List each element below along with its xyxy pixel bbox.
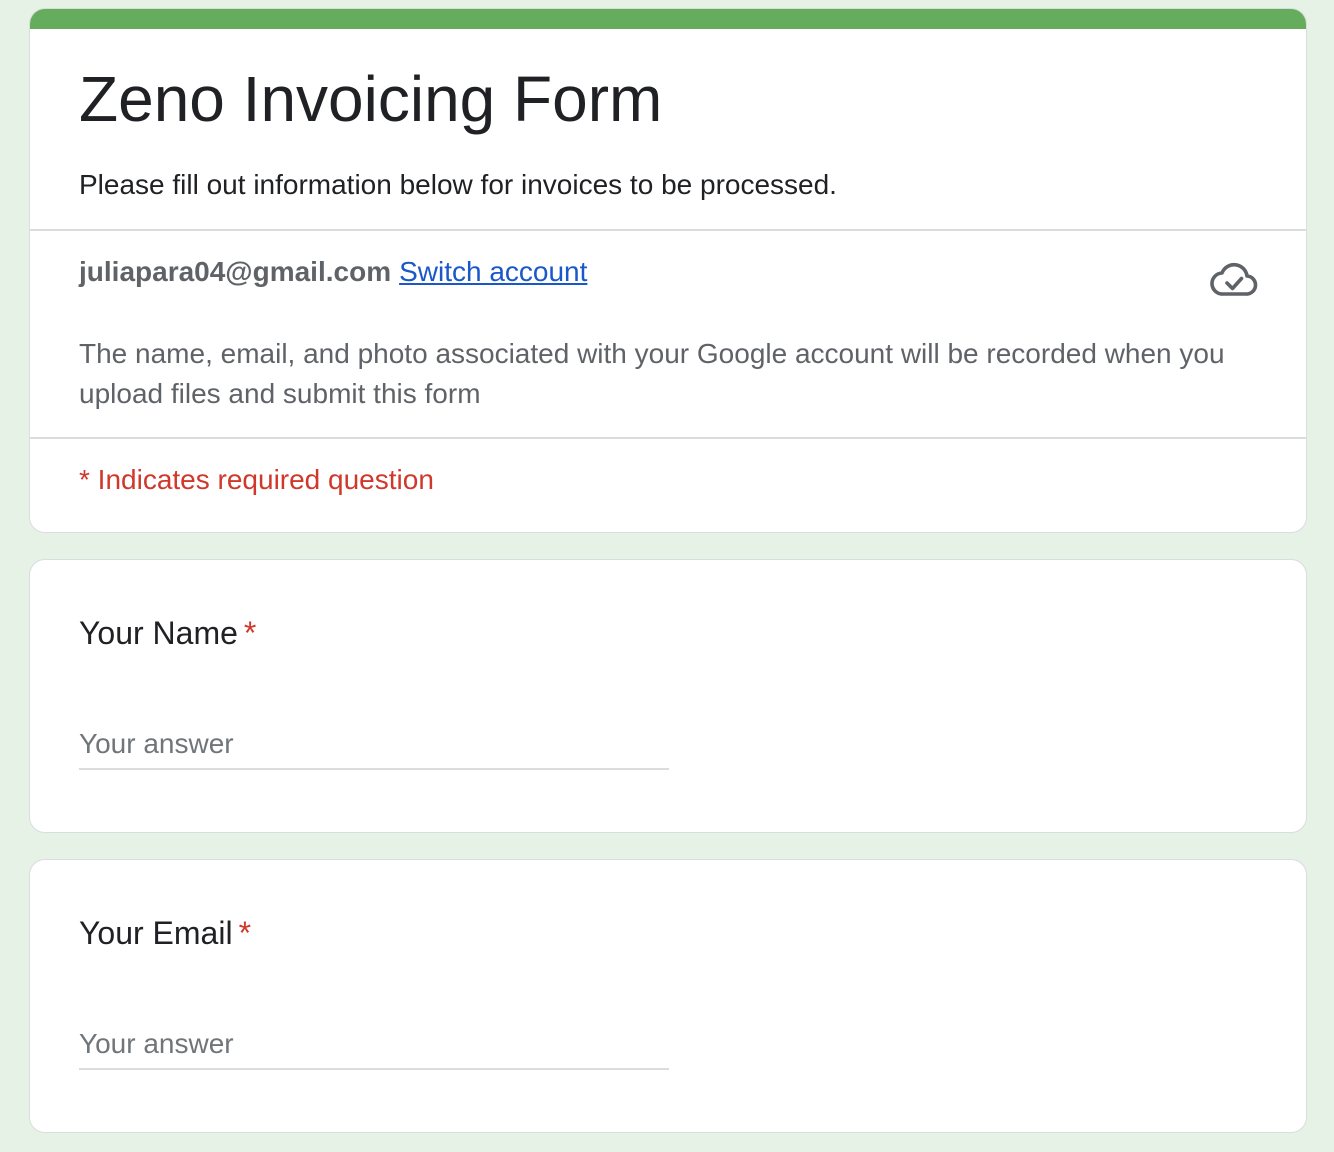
form-description: Please fill out information below for in… <box>79 169 837 200</box>
form-header-card: Zeno Invoicing Form Please fill out info… <box>29 8 1307 533</box>
account-row: juliapara04@gmail.com Switch account <box>79 254 587 290</box>
question-card-your-name: Your Name * <box>29 559 1307 833</box>
question-label: Your Name <box>79 615 238 651</box>
switch-account-link[interactable]: Switch account <box>399 256 587 287</box>
form-title: Zeno Invoicing Form <box>79 63 663 135</box>
account-recording-notice: The name, email, and photo associated wi… <box>79 338 1225 409</box>
question-label: Your Email <box>79 915 233 951</box>
question-title: Your Name * <box>79 613 256 653</box>
required-question-note: * Indicates required question <box>79 464 434 495</box>
your-email-input[interactable] <box>79 1020 669 1070</box>
divider <box>30 437 1306 439</box>
cloud-check-icon <box>1210 259 1258 299</box>
question-title: Your Email * <box>79 913 251 953</box>
question-card-your-email: Your Email * <box>29 859 1307 1133</box>
account-email: juliapara04@gmail.com <box>79 256 392 287</box>
required-asterisk: * <box>243 615 257 651</box>
required-asterisk: * <box>238 915 252 951</box>
your-name-input[interactable] <box>79 720 669 770</box>
divider <box>30 229 1306 231</box>
theme-color-bar <box>30 9 1306 29</box>
